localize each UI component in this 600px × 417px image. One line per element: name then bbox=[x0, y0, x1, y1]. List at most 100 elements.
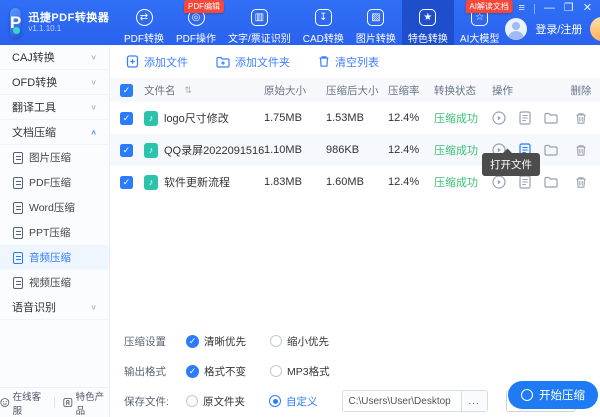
tab-pdf-operate[interactable]: PDF编辑 ◎ PDF操作 bbox=[170, 0, 222, 45]
featured-convert-icon: ★ bbox=[419, 9, 436, 26]
tab-ocr[interactable]: ▥ 文字/票证识别 bbox=[222, 0, 297, 45]
tab-image-convert[interactable]: ▨ 图片转换 bbox=[350, 0, 402, 45]
option-keep-format[interactable]: ✓ 格式不变 bbox=[186, 364, 246, 379]
row-checkbox[interactable]: ✓ bbox=[120, 176, 133, 189]
option-custom-folder[interactable]: 自定义 bbox=[269, 394, 318, 409]
open-file-tooltip: 打开文件 bbox=[482, 153, 540, 176]
option-mp3-format[interactable]: MP3格式 bbox=[270, 364, 330, 379]
doc-icon bbox=[13, 177, 23, 189]
header-compressed-size: 压缩后大小 bbox=[326, 83, 388, 98]
delete-row-icon[interactable] bbox=[575, 144, 587, 157]
compress-rate: 12.4% bbox=[388, 144, 434, 156]
open-folder-icon[interactable] bbox=[544, 176, 558, 188]
badge-icon bbox=[63, 397, 73, 408]
table-row: ✓ ♪ logo尺寸修改 1.75MB 1.53MB 12.4% 压缩成功 bbox=[110, 102, 600, 134]
header-file-name[interactable]: 文件名 bbox=[144, 83, 176, 98]
open-vip-button[interactable]: ♥ 开通VIP bbox=[590, 17, 600, 41]
add-folder-icon bbox=[216, 56, 230, 68]
cad-convert-icon: ↧ bbox=[315, 9, 332, 26]
open-folder-icon[interactable] bbox=[544, 112, 558, 124]
browse-button[interactable]: ... bbox=[461, 391, 487, 411]
sidebar-footer: 在线客服 特色产品 bbox=[0, 387, 109, 417]
compressed-size: 1.53MB bbox=[326, 112, 388, 124]
option-original-folder[interactable]: 原文件夹 bbox=[186, 394, 245, 409]
option-quality-first[interactable]: ✓ 清晰优先 bbox=[186, 334, 246, 349]
chevron-down-icon: ∨ bbox=[90, 103, 97, 112]
audio-file-icon: ♪ bbox=[144, 175, 158, 190]
open-file-icon[interactable] bbox=[519, 175, 531, 189]
option-size-first[interactable]: 缩小优先 bbox=[270, 334, 329, 349]
play-icon[interactable] bbox=[492, 175, 506, 189]
maximize-icon[interactable]: ❐ bbox=[564, 3, 574, 14]
radio-checked-icon: ✓ bbox=[186, 365, 199, 378]
row-checkbox[interactable]: ✓ bbox=[120, 144, 133, 157]
radio-selected-icon bbox=[269, 395, 281, 407]
tab-featured-convert[interactable]: ★ 特色转换 bbox=[402, 0, 454, 45]
menu-icon[interactable]: ≡ bbox=[518, 3, 524, 14]
play-icon[interactable] bbox=[492, 111, 506, 125]
delete-row-icon[interactable] bbox=[575, 112, 587, 125]
original-size: 1.10MB bbox=[264, 144, 326, 156]
sidebar-item-ppt-compress[interactable]: PPT压缩 bbox=[0, 220, 109, 245]
add-file-button[interactable]: 添加文件 bbox=[126, 54, 188, 70]
pdf-convert-icon: ⇄ bbox=[136, 9, 153, 26]
sidebar-item-video-compress[interactable]: 视频压缩 bbox=[0, 270, 109, 295]
open-folder-icon[interactable] bbox=[544, 144, 558, 156]
smiley-service-icon bbox=[0, 397, 10, 408]
doc-icon bbox=[13, 227, 23, 239]
tab-pdf-convert[interactable]: ⇄ PDF转换 bbox=[118, 0, 170, 45]
save-path-input[interactable]: C:\Users\User\Desktop bbox=[343, 396, 461, 407]
sidebar-item-word-compress[interactable]: Word压缩 bbox=[0, 195, 109, 220]
app-window: P 迅捷PDF转换器 v1.1.10.1 ⇄ PDF转换 PDF编辑 ◎ PDF… bbox=[0, 0, 600, 417]
sidebar-group-ofd[interactable]: OFD转换 ∨ bbox=[0, 70, 109, 95]
sidebar-group-caj[interactable]: CAJ转换 ∨ bbox=[0, 45, 109, 70]
doc-icon bbox=[13, 152, 23, 164]
compress-setting-row: 压缩设置 ✓ 清晰优先 缩小优先 bbox=[124, 330, 600, 352]
compressed-size: 986KB bbox=[326, 144, 388, 156]
tab-cad-convert[interactable]: ↧ CAD转换 bbox=[297, 0, 350, 45]
clear-list-button[interactable]: 清空列表 bbox=[318, 54, 379, 70]
minimize-icon[interactable]: — bbox=[544, 3, 555, 14]
avatar[interactable] bbox=[505, 18, 527, 40]
open-file-icon[interactable] bbox=[519, 111, 531, 125]
app-title: 迅捷PDF转换器 bbox=[28, 12, 109, 25]
top-navigation: ⇄ PDF转换 PDF编辑 ◎ PDF操作 ▥ 文字/票证识别 ↧ CAD转换 … bbox=[118, 0, 505, 45]
online-service-link[interactable]: 在线客服 bbox=[0, 389, 46, 417]
doc-icon bbox=[13, 202, 23, 214]
pdf-edit-badge: PDF编辑 bbox=[184, 0, 224, 13]
sort-icon[interactable]: ⇅ bbox=[185, 85, 193, 96]
add-folder-button[interactable]: 添加文件夹 bbox=[216, 54, 290, 70]
file-name: 软件更新流程 bbox=[164, 174, 230, 190]
top-bar: P 迅捷PDF转换器 v1.1.10.1 ⇄ PDF转换 PDF编辑 ◎ PDF… bbox=[0, 0, 600, 45]
doc-icon bbox=[13, 252, 23, 264]
start-compress-button[interactable]: 开始压缩 bbox=[508, 381, 598, 409]
radio-unchecked-icon bbox=[270, 335, 282, 347]
sidebar-item-pdf-compress[interactable]: PDF压缩 bbox=[0, 170, 109, 195]
login-register-link[interactable]: 登录/注册 bbox=[535, 21, 582, 37]
output-format-row: 输出格式 ✓ 格式不变 MP3格式 bbox=[124, 360, 600, 382]
logo-area: P 迅捷PDF转换器 v1.1.10.1 bbox=[0, 0, 118, 45]
select-all-checkbox[interactable]: ✓ bbox=[120, 84, 133, 97]
main-area: 添加文件 添加文件夹 清空列表 ✓ 文件名 ⇅ 原始大小 压缩后大小 bbox=[110, 45, 600, 417]
sidebar-group-translate[interactable]: 翻译工具 ∨ bbox=[0, 95, 109, 120]
image-convert-icon: ▨ bbox=[367, 9, 384, 26]
window-controls: ≡ — ❐ ✕ bbox=[518, 3, 592, 14]
sidebar-item-image-compress[interactable]: 图片压缩 bbox=[0, 145, 109, 170]
tab-ai-model[interactable]: AI解读文档 ☆ AI大模型 bbox=[454, 0, 505, 45]
sidebar-group-speech[interactable]: 语音识别 ∨ bbox=[0, 295, 109, 320]
row-checkbox[interactable]: ✓ bbox=[120, 112, 133, 125]
close-icon[interactable]: ✕ bbox=[583, 3, 592, 14]
chevron-down-icon: ∨ bbox=[90, 53, 97, 62]
sidebar-item-audio-compress[interactable]: 音频压缩 bbox=[0, 245, 109, 270]
footer-divider bbox=[54, 397, 55, 408]
radio-checked-icon: ✓ bbox=[186, 335, 199, 348]
header-convert-status: 转换状态 bbox=[434, 83, 492, 98]
original-size: 1.83MB bbox=[264, 176, 326, 188]
chevron-down-icon: ∨ bbox=[90, 303, 97, 312]
compress-rate: 12.4% bbox=[388, 112, 434, 124]
delete-row-icon[interactable] bbox=[575, 176, 587, 189]
ocr-icon: ▥ bbox=[251, 9, 268, 26]
compress-setting-label: 压缩设置 bbox=[124, 334, 176, 349]
featured-products-link[interactable]: 特色产品 bbox=[63, 389, 109, 417]
sidebar-group-doc-compress[interactable]: 文档压缩 ∧ bbox=[0, 120, 109, 145]
